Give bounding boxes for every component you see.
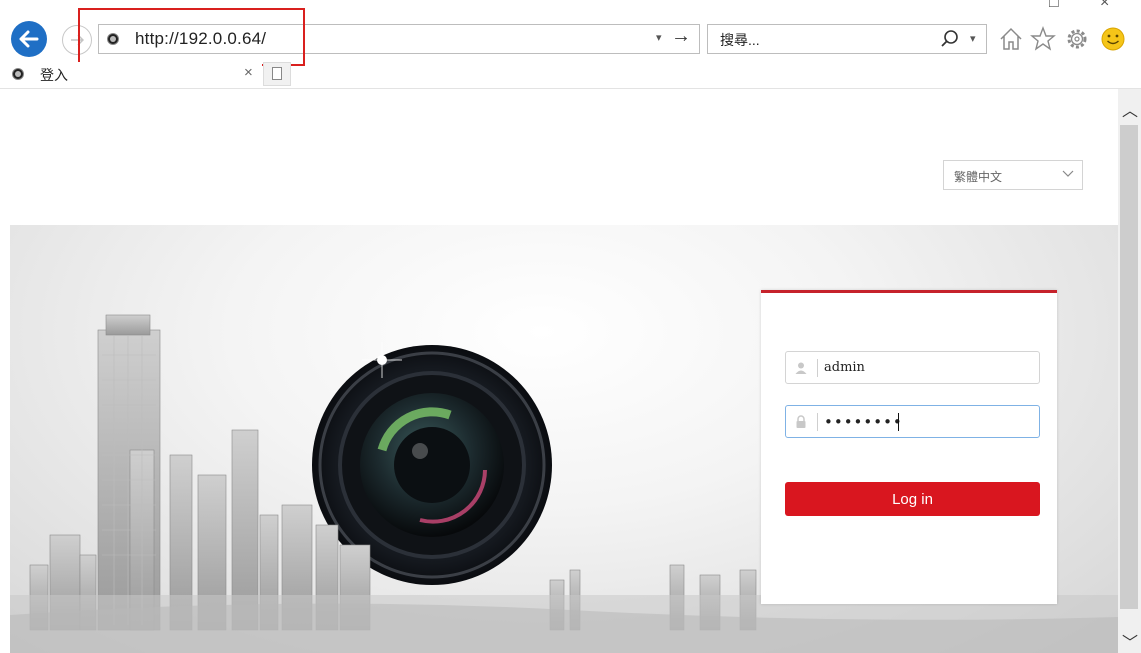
back-button[interactable] — [11, 21, 47, 57]
tab-title: 登入 — [40, 67, 68, 83]
maximize-icon[interactable]: □ — [1049, 0, 1059, 12]
new-tab-button[interactable] — [263, 62, 291, 86]
tab-login[interactable]: 登入 × — [0, 62, 262, 88]
password-field[interactable] — [785, 405, 1040, 438]
language-select[interactable]: 繁體中文 — [943, 160, 1083, 190]
home-icon[interactable] — [998, 25, 1024, 53]
settings-gear-icon[interactable] — [1064, 25, 1090, 53]
user-icon — [795, 362, 807, 374]
scroll-thumb[interactable] — [1120, 125, 1138, 609]
search-dropdown-icon[interactable]: ▾ — [970, 32, 976, 45]
new-tab-icon — [272, 67, 282, 80]
scroll-up-icon[interactable]: ︿ — [1122, 97, 1138, 121]
text-cursor — [898, 413, 899, 431]
address-dropdown-icon[interactable]: ▾ — [656, 31, 662, 44]
web-page: 繁體中文 admin •••••••• Log in — [0, 89, 1118, 653]
chevron-down-icon — [1062, 170, 1074, 177]
tab-close-icon[interactable]: × — [244, 64, 253, 81]
login-panel: Log in — [761, 290, 1057, 604]
field-separator — [817, 359, 818, 377]
back-arrow-icon — [19, 30, 39, 48]
favorites-star-icon[interactable] — [1030, 25, 1056, 53]
feedback-smiley-icon[interactable] — [1100, 25, 1126, 53]
search-box[interactable]: 搜尋... ▾ — [707, 24, 987, 54]
go-arrow-icon[interactable]: → — [671, 25, 691, 48]
url-highlight-box — [78, 8, 305, 66]
scroll-down-icon[interactable]: ﹀ — [1122, 629, 1138, 653]
password-input[interactable] — [824, 406, 1032, 437]
vertical-scrollbar[interactable]: ︿ ﹀ — [1118, 89, 1141, 653]
browser-chrome: □ × http://192.0.0.64/ ▾ → 搜尋... ▾ 登入 × — [0, 0, 1141, 88]
search-icon[interactable] — [940, 29, 960, 49]
tab-favicon-icon — [12, 68, 24, 80]
login-button[interactable]: Log in — [785, 482, 1040, 516]
language-value: 繁體中文 — [954, 170, 1003, 184]
lock-icon — [796, 415, 806, 428]
close-window-icon[interactable]: × — [1100, 0, 1109, 12]
search-placeholder: 搜尋... — [720, 32, 760, 48]
username-input[interactable] — [824, 352, 1032, 383]
username-field[interactable] — [785, 351, 1040, 384]
field-separator — [817, 413, 818, 431]
